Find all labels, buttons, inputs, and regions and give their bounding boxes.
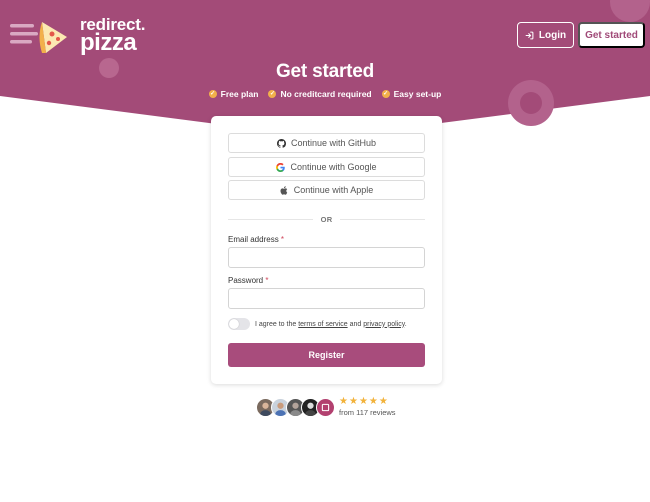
reviewer-avatars xyxy=(256,397,335,417)
login-button[interactable]: Login xyxy=(517,22,574,48)
feature-item: ✓ Free plan xyxy=(208,89,259,99)
page-title: Get started xyxy=(275,61,375,82)
feature-label: No creditcard required xyxy=(280,89,372,99)
check-circle-icon: ✓ xyxy=(268,90,277,98)
register-button[interactable]: Register xyxy=(228,343,425,367)
reviews-summary: ★ ★ ★ ★ ★ from 117 reviews xyxy=(256,395,396,419)
github-icon xyxy=(276,138,286,148)
agree-and: and xyxy=(349,320,362,328)
feature-list: ✓ Free plan ✓ No creditcard required ✓ E… xyxy=(0,89,650,99)
feature-label: Easy set-up xyxy=(393,89,442,99)
privacy-policy-link[interactable]: privacy policy xyxy=(363,321,405,328)
terms-of-service-link[interactable]: terms of service xyxy=(298,321,347,328)
feature-item: ✓ No creditcard required xyxy=(268,89,372,99)
password-label-text: Password xyxy=(228,276,264,285)
check-circle-icon: ✓ xyxy=(208,90,217,98)
or-divider: OR xyxy=(228,214,426,224)
login-button-label: Login xyxy=(538,29,567,41)
avatar xyxy=(316,397,335,417)
google-signin-label: Continue with Google xyxy=(290,162,377,172)
star-icon: ★ xyxy=(378,396,388,407)
terms-toggle[interactable] xyxy=(228,318,250,330)
check-circle-icon: ✓ xyxy=(381,90,390,98)
agree-suffix: . xyxy=(404,320,407,328)
brand-wordmark: redirect. pizza xyxy=(80,16,145,55)
star-rating: ★ ★ ★ ★ ★ xyxy=(339,397,396,407)
star-icon: ★ xyxy=(368,396,378,407)
required-mark: * xyxy=(265,276,269,285)
divider-text: OR xyxy=(320,214,333,224)
get-started-button[interactable]: Get started xyxy=(578,22,645,48)
feature-label: Free plan xyxy=(220,89,259,99)
review-info: ★ ★ ★ ★ ★ from 117 reviews xyxy=(339,397,396,418)
email-field[interactable] xyxy=(228,247,425,268)
star-icon: ★ xyxy=(358,396,368,407)
divider-line xyxy=(228,218,313,220)
agree-text: I agree to the terms of service and priv… xyxy=(255,321,407,328)
agree-prefix: I agree to the xyxy=(255,320,297,328)
email-label-text: Email address xyxy=(228,235,279,244)
apple-signin-label: Continue with Apple xyxy=(293,185,374,195)
review-count: from 117 reviews xyxy=(339,408,396,417)
email-label: Email address * xyxy=(228,235,284,244)
password-label: Password * xyxy=(228,276,268,285)
google-signin-button[interactable]: Continue with Google xyxy=(228,157,425,177)
github-signin-button[interactable]: Continue with GitHub xyxy=(228,133,425,153)
star-icon: ★ xyxy=(348,396,358,407)
required-mark: * xyxy=(280,235,285,244)
toggle-knob xyxy=(229,319,239,329)
google-icon xyxy=(276,162,286,172)
apple-signin-button[interactable]: Continue with Apple xyxy=(228,180,425,200)
star-icon: ★ xyxy=(339,396,348,407)
brand-logo[interactable]: redirect. pizza xyxy=(8,15,145,57)
pizza-logo-icon xyxy=(10,22,67,53)
register-card: Continue with GitHub Continue with Googl… xyxy=(211,116,442,384)
login-icon xyxy=(525,31,534,39)
divider-line xyxy=(340,218,426,220)
brand-line-2: pizza xyxy=(80,29,137,56)
apple-icon xyxy=(280,185,287,195)
feature-item: ✓ Easy set-up xyxy=(381,89,442,99)
github-signin-label: Continue with GitHub xyxy=(290,138,377,148)
password-field[interactable] xyxy=(228,288,425,309)
terms-agreement: I agree to the terms of service and priv… xyxy=(228,318,407,330)
